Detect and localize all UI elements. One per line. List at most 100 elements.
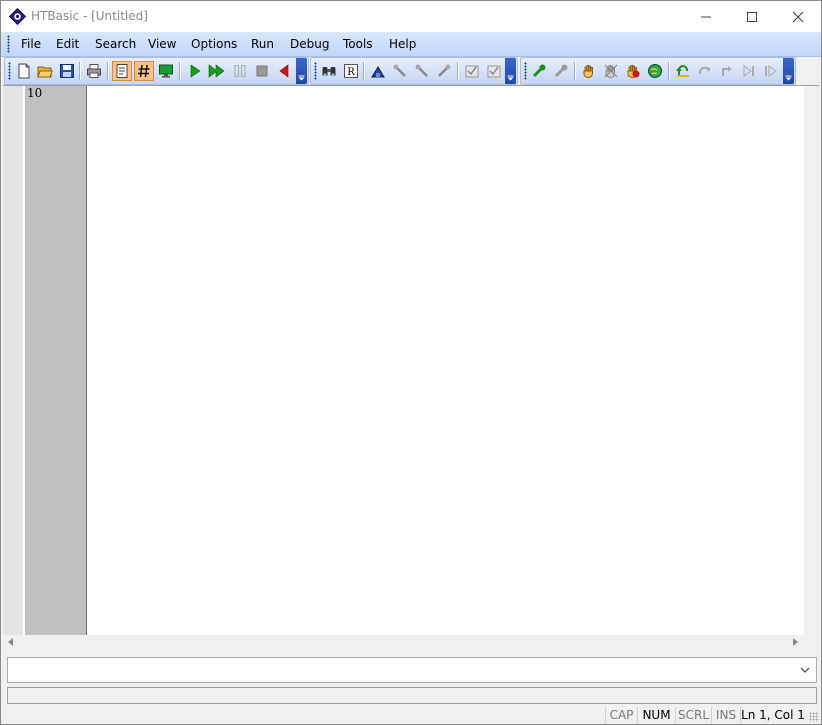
save-disk-icon	[60, 64, 74, 78]
pause-button[interactable]	[230, 61, 250, 81]
minimize-icon	[701, 16, 711, 17]
title-bar[interactable]: HTBasic - [Untitled]	[1, 1, 821, 32]
menu-options[interactable]: Options	[191, 37, 237, 51]
toolbar-grip[interactable]	[314, 62, 317, 80]
toolbar-separator	[668, 62, 670, 80]
continue-button[interactable]	[207, 61, 227, 81]
hand-crossed-button[interactable]	[601, 61, 621, 81]
toolbar-overflow-chevron[interactable]	[296, 58, 307, 84]
line-number: 10	[27, 86, 43, 100]
menubar-grip[interactable]	[7, 35, 10, 53]
step-gray-icon	[722, 66, 732, 76]
chevron-down-icon	[507, 75, 514, 81]
new-file-icon	[18, 63, 30, 79]
menu-view[interactable]: View	[148, 37, 176, 51]
tool-blue-button[interactable]	[368, 61, 388, 81]
menu-edit[interactable]: Edit	[56, 37, 79, 51]
step-next-gray-button[interactable]	[761, 61, 781, 81]
menu-file[interactable]: File	[21, 37, 41, 51]
new-file-button[interactable]	[14, 61, 34, 81]
run-button[interactable]	[185, 61, 205, 81]
step-back-button[interactable]	[274, 61, 294, 81]
command-line-input[interactable]	[7, 657, 817, 683]
code-text-area[interactable]	[87, 86, 802, 636]
check-gray-1-button[interactable]	[462, 61, 482, 81]
redo-arrow-icon	[698, 66, 711, 75]
binoculars-icon	[322, 67, 336, 77]
print-button[interactable]	[84, 61, 104, 81]
wrench-gray-button[interactable]	[551, 61, 571, 81]
stop-button[interactable]	[252, 61, 272, 81]
tool-gray-1-button[interactable]	[390, 61, 410, 81]
print-icon	[87, 64, 101, 78]
tool-gray-icon	[415, 64, 428, 77]
toolbar-separator	[574, 62, 576, 80]
maximize-icon	[747, 11, 757, 22]
toolbar-group-main	[4, 57, 309, 85]
toolbar: R	[1, 57, 821, 85]
run-icon	[190, 64, 201, 78]
program-editor: 10	[3, 85, 819, 636]
pause-icon	[234, 65, 246, 77]
edit-mode-button[interactable]	[112, 61, 132, 81]
replace-icon: R	[344, 64, 358, 78]
toolbar-separator	[363, 62, 365, 80]
status-scroll-lock: SCRL	[675, 707, 711, 723]
open-button[interactable]	[35, 61, 55, 81]
wrench-green-icon	[532, 64, 546, 78]
hand-red-button[interactable]	[623, 61, 643, 81]
chevron-down-icon	[785, 75, 792, 81]
status-bar: CAP NUM SCRL INS Ln 1, Col 1	[1, 705, 821, 724]
hand-yellow-button[interactable]	[579, 61, 599, 81]
status-cursor-position: Ln 1, Col 1	[740, 707, 805, 723]
continue-icon	[208, 64, 225, 78]
replace-button[interactable]: R	[341, 61, 361, 81]
checkmark-gray-icon	[465, 65, 479, 78]
line-numbers-button[interactable]	[134, 61, 154, 81]
close-button[interactable]	[775, 1, 821, 32]
step-next-gray-icon	[765, 65, 777, 77]
horizontal-scrollbar[interactable]	[3, 635, 803, 650]
save-button[interactable]	[57, 61, 77, 81]
wrench-green-button[interactable]	[529, 61, 549, 81]
window-title: HTBasic - [Untitled]	[31, 9, 148, 23]
scroll-left-arrow-icon[interactable]	[8, 638, 13, 646]
menu-search[interactable]: Search	[95, 37, 136, 51]
status-caps-lock: CAP	[605, 707, 637, 723]
globe-hand-button[interactable]	[645, 61, 665, 81]
hand-icon	[583, 65, 593, 79]
chevron-down-icon	[298, 75, 305, 81]
status-insert-mode: INS	[711, 707, 740, 723]
vertical-scrollbar[interactable]	[804, 86, 819, 636]
tool-gray-icon	[393, 64, 406, 77]
find-button[interactable]	[319, 61, 339, 81]
menu-debug[interactable]: Debug	[290, 37, 329, 51]
step-gray-button[interactable]	[717, 61, 737, 81]
toolbar-group-debug	[520, 57, 796, 85]
menu-run[interactable]: Run	[251, 37, 274, 51]
menu-help[interactable]: Help	[389, 37, 416, 51]
toolbar-grip[interactable]	[8, 62, 11, 80]
menu-tools[interactable]: Tools	[343, 37, 373, 51]
maximize-button[interactable]	[729, 1, 775, 32]
tool-gray-3-button[interactable]	[434, 61, 454, 81]
breakpoint-margin[interactable]	[3, 86, 25, 636]
toolbar-overflow-chevron[interactable]	[783, 58, 794, 84]
undo-button[interactable]	[673, 61, 693, 81]
toolbar-overflow-chevron[interactable]	[505, 58, 516, 84]
monitor-icon	[159, 64, 173, 78]
check-gray-2-button[interactable]	[484, 61, 504, 81]
scroll-right-arrow-icon[interactable]	[793, 638, 798, 646]
command-history-dropdown[interactable]	[797, 661, 813, 679]
status-num-lock: NUM	[637, 707, 675, 723]
skip-gray-button[interactable]	[739, 61, 759, 81]
hand-red-icon	[627, 65, 640, 79]
size-grip[interactable]	[809, 712, 819, 722]
minimize-button[interactable]	[683, 1, 729, 32]
display-button[interactable]	[156, 61, 176, 81]
stop-icon	[256, 65, 268, 77]
toolbar-group-search: R	[310, 57, 518, 85]
redo-button[interactable]	[695, 61, 715, 81]
tool-gray-2-button[interactable]	[412, 61, 432, 81]
toolbar-grip[interactable]	[524, 62, 527, 80]
